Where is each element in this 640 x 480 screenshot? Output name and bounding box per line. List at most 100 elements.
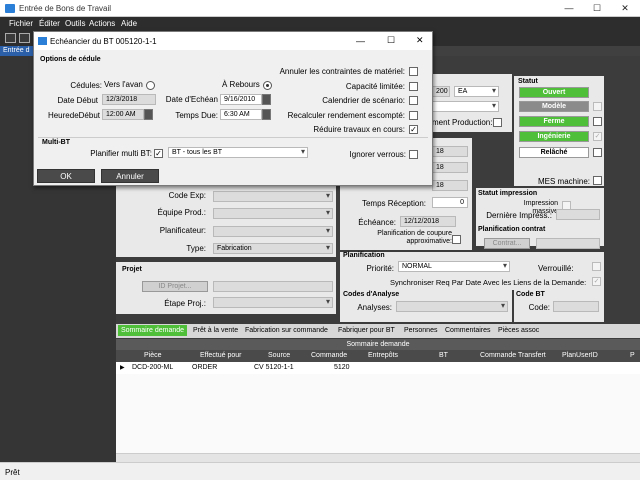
menu-fichier[interactable]: Fichier xyxy=(9,19,33,28)
tab-fabriquer-pour-bt[interactable]: Fabriquer pour BT xyxy=(338,327,395,334)
modele-checkbox[interactable] xyxy=(593,102,602,111)
recalculer-rendement-checkbox[interactable] xyxy=(409,111,418,120)
planificateur-dropdown[interactable] xyxy=(213,226,333,237)
ingenierie-checkbox[interactable]: ✓ xyxy=(593,132,602,141)
production-checkbox[interactable] xyxy=(493,118,502,127)
planifier-multi-dropdown[interactable]: BT - tous les BT xyxy=(168,147,308,158)
status-ingenierie-button[interactable]: Ingénierie xyxy=(519,131,589,142)
new-icon[interactable] xyxy=(5,33,16,43)
heure-debut-spinner[interactable] xyxy=(144,109,153,120)
unit-dropdown[interactable]: EA xyxy=(454,86,499,97)
cell-source[interactable]: CV 5120-1-1 xyxy=(254,364,294,371)
temps-reception-field[interactable]: 0 xyxy=(432,197,468,208)
planif-coupure-checkbox[interactable] xyxy=(452,235,461,244)
col-piece[interactable]: Pièce xyxy=(144,352,162,359)
dialog-divider xyxy=(38,137,428,138)
etape-proj-label: Étape Proj.: xyxy=(164,299,206,308)
derniere-impress-field[interactable] xyxy=(556,209,600,220)
planifier-multi-checkbox[interactable]: ✓ xyxy=(154,149,163,158)
field-18-c[interactable]: 18 xyxy=(432,180,468,191)
col-entrepots[interactable]: Entrepôts xyxy=(368,352,398,359)
status-ferme-button[interactable]: Ferme xyxy=(519,116,589,127)
menu-outils[interactable]: Outils xyxy=(65,19,85,28)
cell-effectue-pour[interactable]: ORDER xyxy=(192,364,217,371)
ferme-checkbox[interactable] xyxy=(593,117,602,126)
relache-checkbox[interactable] xyxy=(593,148,602,157)
table-row[interactable]: ▶ DCD-200-ML ORDER CV 5120-1-1 5120 xyxy=(116,362,640,374)
planification-section-title: Planification xyxy=(343,252,385,259)
id-projet-field[interactable] xyxy=(213,281,333,292)
id-projet-button[interactable]: ID Projet... xyxy=(142,281,208,292)
code-field[interactable] xyxy=(553,301,599,312)
reduire-travaux-checkbox[interactable]: ✓ xyxy=(409,125,418,134)
col-p[interactable]: P xyxy=(630,352,635,359)
col-source[interactable]: Source xyxy=(268,352,290,359)
temps-du-field[interactable]: 6:30 AM xyxy=(220,109,262,120)
date-echeance-label: Date d'Echéan xyxy=(165,95,218,104)
echeance-field[interactable]: 12/12/2018 xyxy=(400,216,456,227)
close-button[interactable]: ✕ xyxy=(611,0,639,17)
open-icon[interactable] xyxy=(19,33,30,43)
equipe-prod-dropdown[interactable] xyxy=(213,208,333,219)
radio-avant[interactable] xyxy=(146,81,155,90)
cell-commande[interactable]: 5120 xyxy=(334,364,350,371)
tab-fabrication-sur-commande[interactable]: Fabrication sur commande xyxy=(245,327,328,334)
dialog-title: Echéancier du BT 005120-1-1 xyxy=(50,37,157,46)
field-18-b[interactable]: 18 xyxy=(432,162,468,173)
tab-commentaires[interactable]: Commentaires xyxy=(445,327,491,334)
qty-field[interactable]: 200 xyxy=(432,86,450,97)
col-planuserid[interactable]: PlanUserID xyxy=(562,352,598,359)
window-title: Entrée de Bons de Travail xyxy=(19,4,112,13)
dialog-titlebar: Echéancier du BT 005120-1-1 — ☐ ✕ xyxy=(34,32,432,50)
ignorer-verrous-checkbox[interactable] xyxy=(409,150,418,159)
verrouille-checkbox[interactable] xyxy=(592,262,601,271)
ok-button[interactable]: OK xyxy=(37,169,95,183)
minimize-button[interactable]: — xyxy=(555,0,583,17)
dialog-close-button[interactable]: ✕ xyxy=(416,35,424,46)
status-text: Prêt xyxy=(5,468,20,477)
horizontal-scrollbar[interactable] xyxy=(116,453,640,462)
dialog-minimize-button[interactable]: — xyxy=(356,36,365,46)
contrat-button[interactable]: Contrat... xyxy=(484,238,530,249)
code-exp-dropdown[interactable] xyxy=(213,191,333,202)
cell-piece[interactable]: DCD-200-ML xyxy=(132,364,173,371)
analyses-label: Analyses: xyxy=(357,303,392,312)
calendrier-scenario-checkbox[interactable] xyxy=(409,96,418,105)
col-bt[interactable]: BT xyxy=(439,352,448,359)
annuler-contraintes-label: Annuler les contraintes de matériel: xyxy=(279,67,405,76)
capacite-limitee-checkbox[interactable] xyxy=(409,82,418,91)
codes-analyse-section-title: Codes d'Analyse xyxy=(343,291,400,298)
type-dropdown[interactable]: Fabrication xyxy=(213,243,333,254)
mes-machine-checkbox[interactable] xyxy=(593,176,602,185)
status-relache-button[interactable]: Relâché xyxy=(519,147,589,158)
menu-aide[interactable]: Aide xyxy=(121,19,137,28)
menu-actions[interactable]: Actions xyxy=(89,19,115,28)
status-ouvert-button[interactable]: Ouvert xyxy=(519,87,589,98)
derniere-impress-label: Dernière Impress.: xyxy=(486,211,552,220)
priorite-dropdown[interactable]: NORMAL xyxy=(398,261,510,272)
contrat-field[interactable] xyxy=(536,238,600,249)
dialog-maximize-button[interactable]: ☐ xyxy=(387,35,395,46)
tab-pret-a-la-vente[interactable]: Prêt à la vente xyxy=(193,327,238,334)
date-debut-field[interactable]: 12/3/2018 xyxy=(102,94,156,105)
tab-pieces-assoc[interactable]: Pièces assoc xyxy=(498,327,539,334)
maximize-button[interactable]: ☐ xyxy=(583,0,611,17)
field-18-a[interactable]: 18 xyxy=(432,146,468,157)
heure-debut-field[interactable]: 12:00 AM xyxy=(102,109,144,120)
unknown-dropdown[interactable] xyxy=(432,101,499,112)
tab-sommaire-demande[interactable]: Sommaire demande xyxy=(118,325,188,336)
analyses-dropdown[interactable] xyxy=(396,301,508,312)
annuler-contraintes-checkbox[interactable] xyxy=(409,67,418,76)
col-commande-transfert[interactable]: Commande Transfert xyxy=(480,352,546,359)
status-modele-button[interactable]: Modèle xyxy=(519,101,589,112)
tab-personnes[interactable]: Personnes xyxy=(404,327,437,334)
synchroniser-checkbox[interactable]: ✓ xyxy=(592,277,601,286)
radio-avant-label: Vers l'avan xyxy=(104,80,143,89)
col-commande[interactable]: Commande xyxy=(311,352,347,359)
col-effectue-pour[interactable]: Effectué pour xyxy=(200,352,242,359)
menu-editer[interactable]: Éditer xyxy=(39,19,60,28)
etape-proj-dropdown[interactable] xyxy=(213,297,333,308)
tree-tab[interactable]: Entrée d xyxy=(0,46,35,56)
cancel-button[interactable]: Annuler xyxy=(101,169,159,183)
date-echeance-field[interactable]: 9/16/2010 xyxy=(220,94,262,105)
